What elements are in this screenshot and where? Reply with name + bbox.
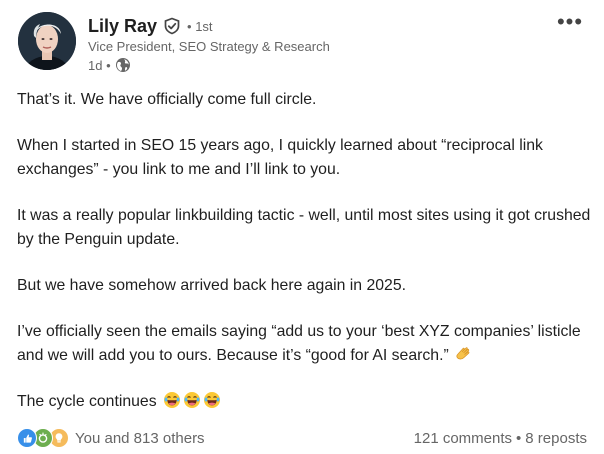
like-reaction-icon — [17, 428, 37, 448]
closing-line: The cycle continues — [17, 390, 592, 414]
author-name-row: Lily Ray • 1st — [88, 14, 330, 38]
laughing-emoji-group — [163, 391, 221, 409]
post-body: That’s it. We have officially come full … — [17, 88, 592, 414]
post-header: Lily Ray • 1st Vice President, SEO Strat… — [18, 12, 330, 73]
avatar-photo — [18, 12, 76, 70]
closing-text: The cycle continues — [17, 393, 157, 410]
author-info: Lily Ray • 1st Vice President, SEO Strat… — [88, 14, 330, 73]
author-headline: Vice President, SEO Strategy & Research — [88, 39, 330, 54]
connection-degree: • 1st — [187, 18, 213, 34]
engagement-counts: 121 comments • 8 reposts — [414, 430, 587, 447]
reposts-count-link[interactable]: 8 reposts — [525, 430, 587, 447]
clap-emoji-icon — [454, 345, 472, 363]
post-paragraph: That’s it. We have officially come full … — [17, 91, 317, 108]
separator-dot: • — [516, 429, 522, 447]
post-meta: 1d • — [88, 57, 330, 73]
post-paragraph: But we have somehow arrived back here ag… — [17, 277, 407, 294]
comments-count-link[interactable]: 121 comments — [414, 430, 512, 447]
social-counts: You and 813 others 121 comments • 8 repo… — [17, 428, 587, 448]
reactions-summary[interactable]: You and 813 others — [17, 428, 205, 448]
author-name[interactable]: Lily Ray — [88, 16, 157, 37]
avatar[interactable] — [18, 12, 76, 70]
reaction-icons — [17, 428, 69, 448]
post-paragraph: When I started in SEO 15 years ago, I qu… — [17, 137, 543, 178]
globe-icon — [115, 57, 131, 73]
laughing-emoji-icon — [203, 391, 221, 409]
post-time: 1d • — [88, 57, 111, 73]
post-paragraph: It was a really popular linkbuilding tac… — [17, 207, 591, 248]
post-paragraph: I’ve officially seen the emails saying “… — [17, 323, 581, 364]
feed-post: Lily Ray • 1st Vice President, SEO Strat… — [0, 0, 604, 454]
verified-shield-icon — [163, 17, 181, 35]
reactions-count-text: You and 813 others — [75, 429, 205, 447]
laughing-emoji-icon — [163, 391, 181, 409]
post-paragraph-with-emoji: I’ve officially seen the emails saying “… — [17, 320, 592, 368]
laughing-emoji-icon — [183, 391, 201, 409]
more-options-icon[interactable]: ••• — [557, 10, 582, 34]
